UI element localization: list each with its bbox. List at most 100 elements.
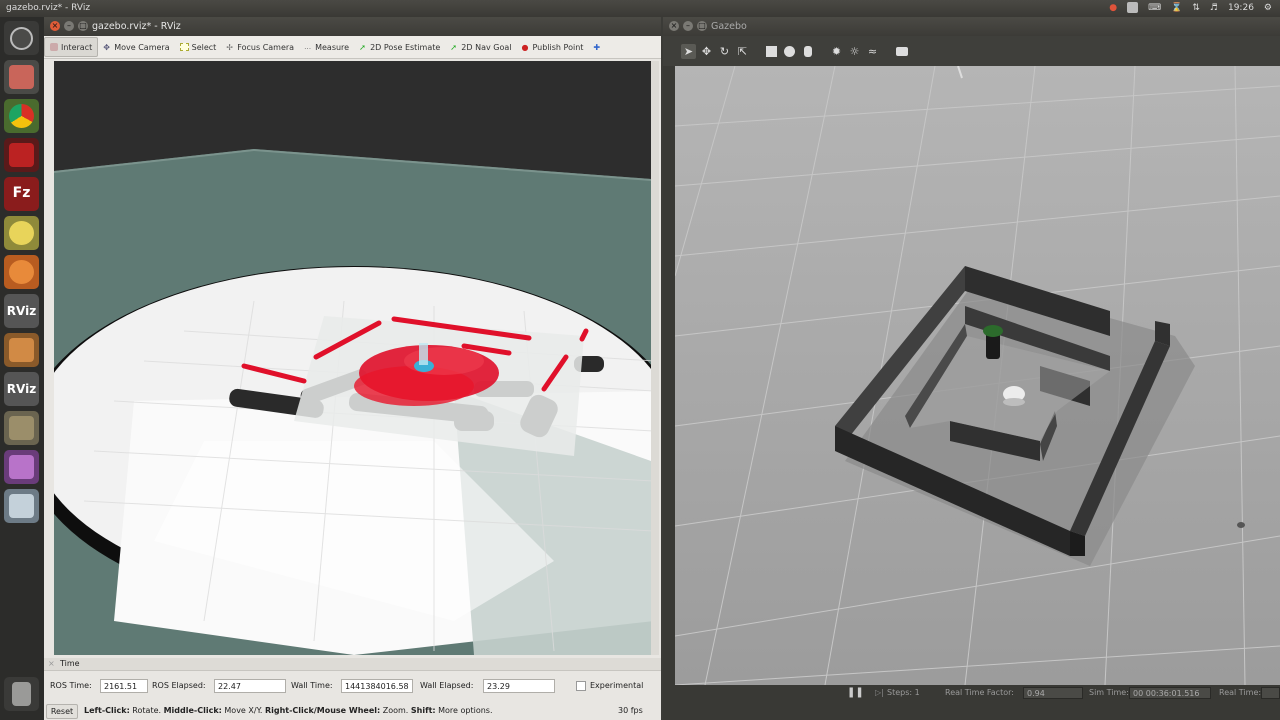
tool-select[interactable]: Select — [175, 38, 222, 56]
bin-model — [983, 325, 1003, 359]
chrome-icon — [9, 104, 34, 128]
point-light-icon[interactable]: ✹ — [829, 44, 844, 59]
camera-icon[interactable]: ● — [1109, 3, 1117, 13]
system-icon — [9, 494, 34, 518]
directional-light-icon[interactable]: ≈ — [865, 44, 880, 59]
gazebo-titlebar: × – □ Gazebo — [663, 17, 1280, 36]
tool-measure[interactable]: … Measure — [299, 38, 354, 56]
pause-icon[interactable]: ❚❚ — [847, 687, 864, 698]
gazebo-title: Gazebo — [711, 21, 747, 32]
volume-icon[interactable]: ♬ — [1210, 3, 1218, 13]
wall-time-field[interactable]: 1441384016.58 — [341, 679, 413, 693]
rviz-title: gazebo.rviz* - RViz — [92, 21, 181, 32]
launcher: Fz RViz RViz — [0, 17, 45, 720]
media-button[interactable] — [4, 450, 39, 484]
gimp-icon — [9, 416, 34, 440]
status-hint: Left-Click: Rotate. Middle-Click: Move X… — [84, 706, 493, 715]
add-tool-button[interactable]: ✚ — [588, 38, 606, 56]
terminal-icon — [9, 143, 34, 167]
scale-icon[interactable]: ⇱ — [735, 44, 750, 59]
sim-time-label: Sim Time: — [1089, 688, 1129, 697]
minimize-icon[interactable]: – — [64, 21, 74, 31]
mail-icon[interactable] — [1127, 2, 1139, 13]
gimp-button[interactable] — [4, 411, 39, 445]
system-button[interactable] — [4, 489, 39, 523]
wall-elapsed-field[interactable]: 23.29 — [483, 679, 555, 693]
robot-model — [1003, 386, 1025, 406]
plus-icon: ✚ — [593, 43, 601, 52]
real-time-field — [1261, 687, 1280, 699]
ros-elapsed-field[interactable]: 22.47 — [214, 679, 286, 693]
close-icon[interactable]: × — [50, 21, 60, 31]
tool-interact[interactable]: Interact — [44, 37, 99, 57]
maximize-icon[interactable]: □ — [78, 21, 88, 31]
reset-button[interactable]: Reset — [46, 704, 78, 719]
rviz-toolbar: Interact ✥ Move Camera Select ✢ Focus Came… — [44, 36, 661, 59]
green-arrow-icon: ➚ — [450, 43, 457, 52]
cylinder-shape-icon[interactable] — [800, 44, 815, 59]
rotate-icon[interactable]: ↻ — [717, 44, 732, 59]
focus-icon: ✢ — [226, 43, 233, 52]
keyboard-icon[interactable]: ⌨ — [1148, 3, 1161, 13]
system-tray: ● ⌨ ⌛ ⇅ ♬ 19:26 ⚙ — [1109, 2, 1272, 13]
tool-publish-point[interactable]: ● Publish Point — [516, 38, 588, 56]
viewport-splitter[interactable] — [651, 61, 659, 655]
chrome-button[interactable] — [4, 99, 39, 133]
rviz-titlebar: × – □ gazebo.rviz* - RViz — [44, 17, 661, 36]
rtf-label: Real Time Factor: — [945, 688, 1014, 697]
package-button[interactable] — [4, 333, 39, 367]
fps-label: 30 fps — [618, 706, 643, 715]
rtf-field: 0.94 — [1023, 687, 1083, 699]
software-button[interactable] — [4, 255, 39, 289]
tool-2d-nav-goal[interactable]: ➚ 2D Nav Goal — [445, 38, 516, 56]
pidgin-button[interactable] — [4, 216, 39, 250]
dash-home-button[interactable] — [4, 21, 39, 55]
experimental-label: Experimental — [590, 681, 644, 690]
sim-time-field: 00 00:36:01.516 — [1129, 687, 1211, 699]
top-panel-title: gazebo.rviz* - RViz — [6, 3, 91, 13]
sphere-shape-icon[interactable] — [782, 44, 797, 59]
ubuntu-logo-icon — [10, 27, 33, 50]
panel-close-icon[interactable]: × — [48, 659, 55, 668]
rviz-2-button[interactable]: RViz — [4, 372, 39, 406]
filezilla-icon: Fz — [12, 185, 31, 201]
ruler-icon: … — [304, 43, 312, 51]
experimental-checkbox[interactable] — [576, 681, 586, 691]
files-icon — [9, 65, 34, 89]
maximize-icon[interactable]: □ — [697, 21, 707, 31]
rviz-scene — [54, 61, 651, 655]
filezilla-button[interactable]: Fz — [4, 177, 39, 211]
tool-focus-camera[interactable]: ✢ Focus Camera — [221, 38, 299, 56]
gazebo-3d-viewport[interactable] — [675, 66, 1280, 685]
rviz-icon: RViz — [6, 304, 37, 318]
bluetooth-icon[interactable]: ⌛ — [1171, 3, 1182, 13]
clock[interactable]: 19:26 — [1228, 3, 1254, 13]
real-time-label: Real Time: — [1219, 688, 1262, 697]
gazebo-statusbar: ❚❚ ▷| Steps: 1 Real Time Factor: 0.94 Si… — [663, 685, 1280, 720]
terminal-button[interactable] — [4, 138, 39, 172]
ros-time-field[interactable]: 2161.51 — [100, 679, 148, 693]
move-camera-icon: ✥ — [103, 43, 110, 52]
box-shape-icon[interactable] — [764, 44, 779, 59]
close-icon[interactable]: × — [669, 21, 679, 31]
rviz-2-icon: RViz — [6, 382, 37, 396]
trash-icon — [12, 682, 31, 706]
files-button[interactable] — [4, 60, 39, 94]
translate-icon[interactable]: ✥ — [699, 44, 714, 59]
gear-icon[interactable]: ⚙ — [1264, 3, 1272, 13]
tool-2d-pose-estimate[interactable]: ➚ 2D Pose Estimate — [354, 38, 445, 56]
rviz-window: × – □ gazebo.rviz* - RViz Interact ✥ Move… — [44, 17, 661, 720]
network-icon[interactable]: ⇅ — [1192, 3, 1200, 13]
media-icon — [9, 455, 34, 479]
spot-light-icon[interactable]: ☼ — [847, 44, 862, 59]
wall-elapsed-label: Wall Elapsed: — [420, 681, 474, 690]
screenshot-camera-icon[interactable] — [894, 44, 909, 59]
step-icon[interactable]: ▷| — [875, 688, 884, 697]
tool-move-camera[interactable]: ✥ Move Camera — [98, 38, 174, 56]
rviz-3d-viewport[interactable] — [54, 61, 651, 655]
minimize-icon[interactable]: – — [683, 21, 693, 31]
trash-button[interactable] — [4, 677, 39, 711]
rviz-button[interactable]: RViz — [4, 294, 39, 328]
gazebo-toolbar: ➤ ✥ ↻ ⇱ ✹ ☼ ≈ — [663, 36, 1280, 66]
select-arrow-icon[interactable]: ➤ — [681, 43, 696, 59]
